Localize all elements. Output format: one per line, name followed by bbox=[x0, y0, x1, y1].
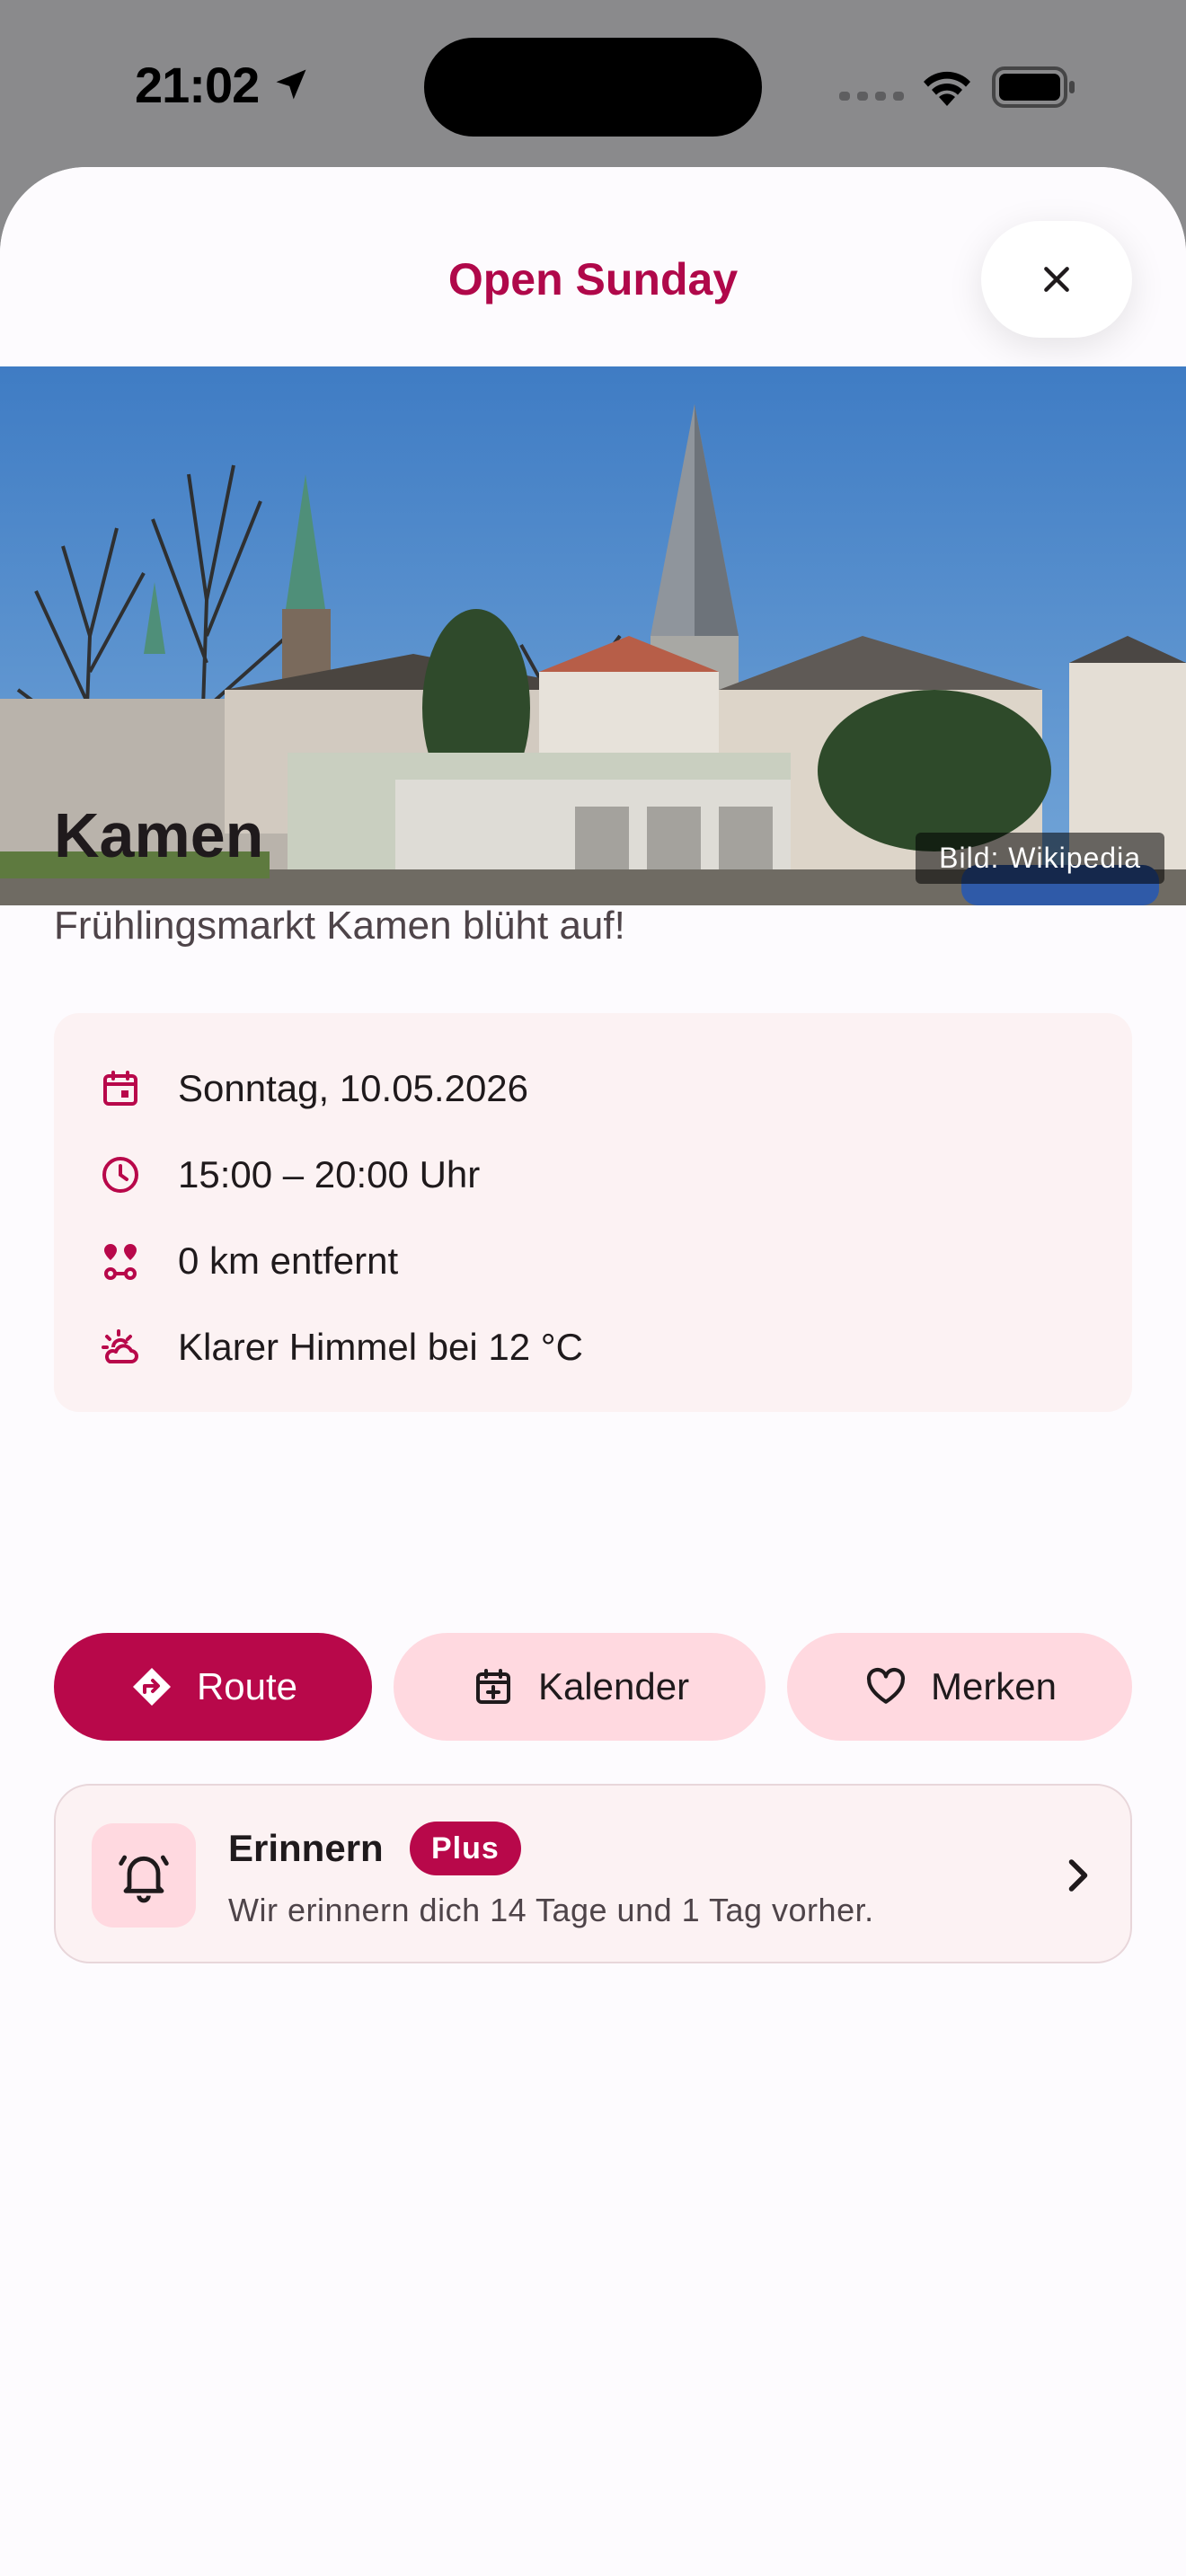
location-arrow-icon bbox=[276, 69, 306, 100]
reminder-icon-box bbox=[92, 1823, 196, 1928]
directions-icon bbox=[128, 1663, 175, 1710]
detail-time: 15:00 – 20:00 Uhr bbox=[97, 1148, 480, 1202]
reminder-card[interactable]: Erinnern Plus Wir erinnern dich 14 Tage … bbox=[54, 1784, 1132, 1963]
event-title: Kamen bbox=[54, 800, 264, 870]
status-bar: 21:02 bbox=[0, 0, 1186, 167]
detail-weather-text: Klarer Himmel bei 12 °C bbox=[178, 1326, 583, 1368]
sheet-header: Open Sunday bbox=[0, 167, 1186, 366]
route-pins-icon bbox=[97, 1238, 144, 1284]
event-subtitle: Frühlingsmarkt Kamen blüht auf! bbox=[54, 904, 625, 948]
detail-date: Sonntag, 10.05.2026 bbox=[97, 1062, 528, 1116]
save-button-label: Merken bbox=[930, 1665, 1058, 1707]
battery-icon bbox=[992, 66, 1075, 108]
detail-distance-text: 0 km entfernt bbox=[178, 1239, 399, 1282]
reminder-title: Erinnern bbox=[228, 1827, 384, 1869]
reminder-description: Wir erinnern dich 14 Tage und 1 Tag vorh… bbox=[228, 1892, 874, 1928]
detail-date-text: Sonntag, 10.05.2026 bbox=[178, 1067, 529, 1109]
event-details-card: Sonntag, 10.05.2026 15:00 – 20:00 Uhr 0 … bbox=[54, 1013, 1132, 1412]
close-icon bbox=[1044, 267, 1069, 292]
plus-badge: Plus bbox=[410, 1822, 521, 1875]
detail-weather: Klarer Himmel bei 12 °C bbox=[97, 1320, 583, 1374]
clock-icon bbox=[97, 1151, 144, 1198]
weather-icon bbox=[97, 1324, 144, 1371]
route-button-label: Route bbox=[196, 1665, 298, 1707]
route-button[interactable]: Route bbox=[54, 1633, 372, 1741]
wifi-icon bbox=[924, 71, 970, 106]
event-sheet: Open Sunday Bild: Wikipedia Kamen Frühli… bbox=[0, 167, 1186, 2576]
dynamic-island bbox=[424, 38, 762, 137]
detail-distance: 0 km entfernt bbox=[97, 1234, 398, 1288]
image-attribution: Bild: Wikipedia bbox=[916, 833, 1164, 884]
status-time: 21:02 bbox=[135, 57, 260, 113]
heart-icon bbox=[863, 1663, 909, 1710]
calendar-icon bbox=[97, 1065, 144, 1112]
close-button[interactable] bbox=[981, 221, 1132, 338]
detail-time-text: 15:00 – 20:00 Uhr bbox=[178, 1153, 481, 1195]
save-button[interactable]: Merken bbox=[787, 1633, 1132, 1741]
signal-icon bbox=[839, 92, 904, 101]
calendar-button-label: Kalender bbox=[537, 1665, 690, 1707]
calendar-add-icon bbox=[470, 1663, 517, 1710]
calendar-button[interactable]: Kalender bbox=[394, 1633, 766, 1741]
bell-icon bbox=[119, 1855, 169, 1903]
chevron-right-icon bbox=[1068, 1859, 1088, 1892]
